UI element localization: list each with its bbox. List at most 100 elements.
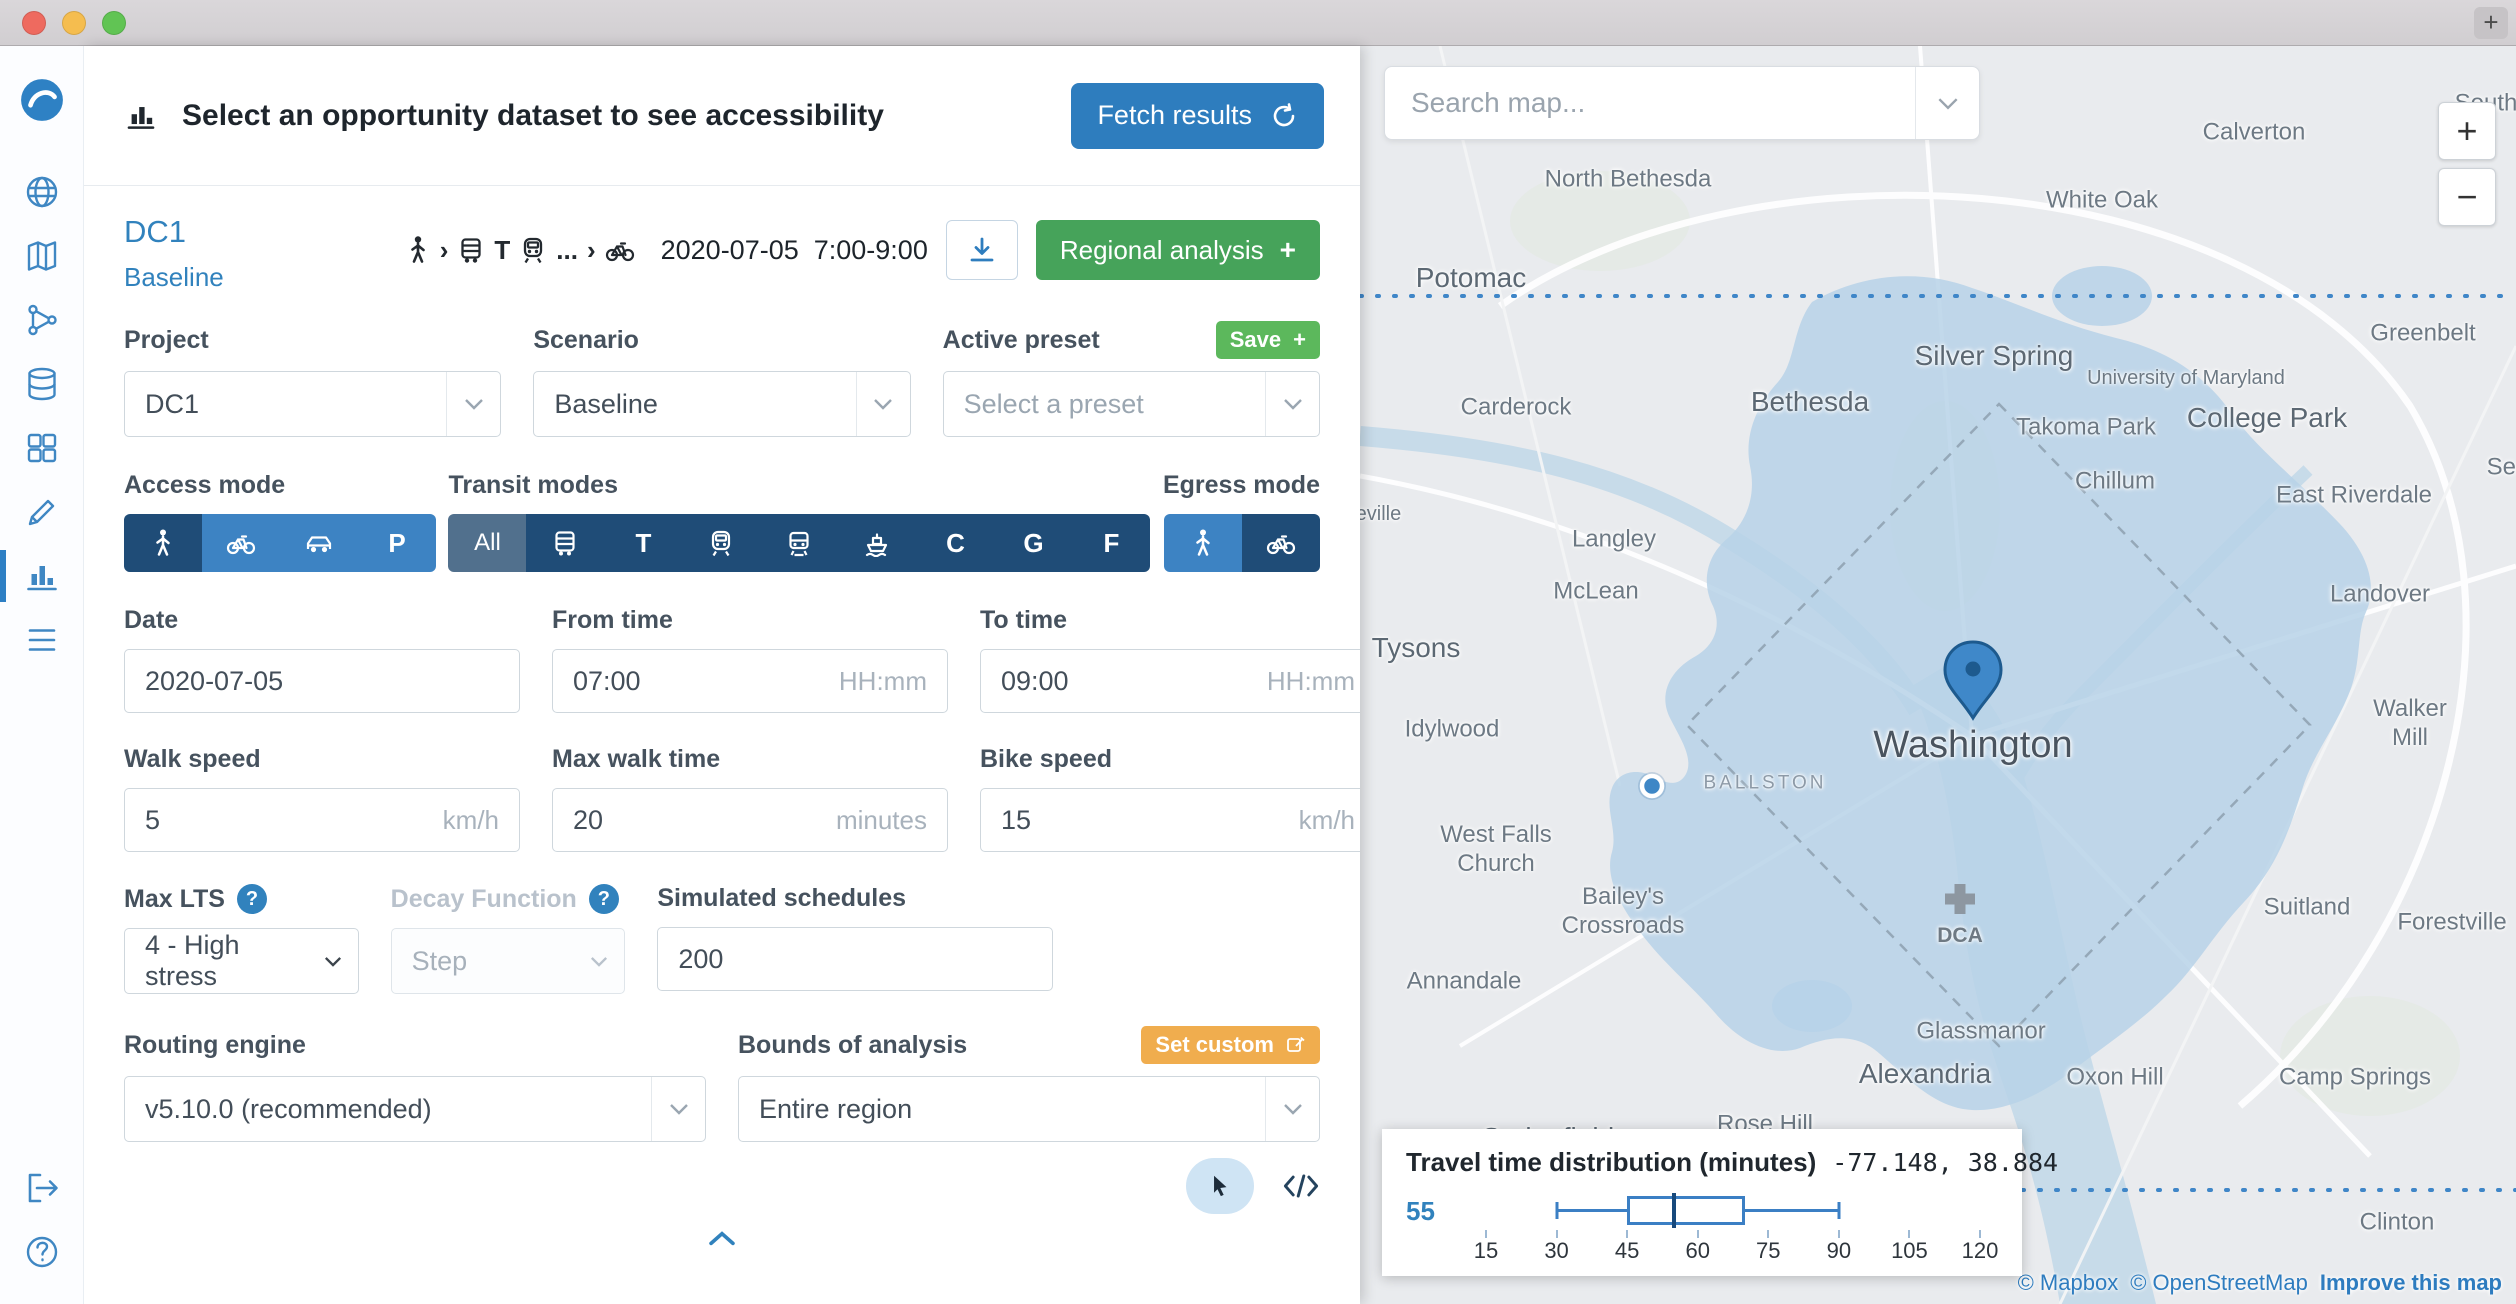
axis-tick-label: 45 bbox=[1615, 1238, 1639, 1264]
project-select[interactable]: DC1 bbox=[124, 371, 501, 437]
scenario-select[interactable]: Baseline bbox=[533, 371, 910, 437]
routing-row: Routing engine v5.10.0 (recommended) Bou… bbox=[124, 1026, 1320, 1142]
select-origin-tool-button[interactable] bbox=[1186, 1158, 1254, 1214]
access-car-button[interactable] bbox=[280, 514, 358, 572]
bounds-select[interactable]: Entire region bbox=[738, 1076, 1320, 1142]
improve-map-link[interactable]: Improve this map bbox=[2320, 1270, 2502, 1296]
bounds-select-value: Entire region bbox=[759, 1094, 912, 1125]
transit-ferry-button[interactable] bbox=[838, 514, 916, 572]
chevron-down-icon bbox=[1265, 372, 1319, 436]
egress-walk-button[interactable] bbox=[1164, 514, 1242, 572]
max-walk-time-field: Max walk time minutes bbox=[552, 745, 948, 852]
date-input-wrap bbox=[124, 649, 520, 713]
boxplot-box bbox=[1627, 1196, 1745, 1225]
travel-time-cutoff-value[interactable]: 55 bbox=[1406, 1192, 1454, 1227]
sidebar-item-opportunity-datasets[interactable] bbox=[0, 416, 84, 480]
preset-select-placeholder: Select a preset bbox=[964, 389, 1144, 420]
from-time-suffix: HH:mm bbox=[839, 666, 927, 697]
current-project-link[interactable]: DC1 bbox=[124, 214, 224, 250]
sidebar-item-modifications[interactable] bbox=[0, 288, 84, 352]
database-icon bbox=[23, 365, 61, 403]
scenario-select-value: Baseline bbox=[554, 389, 658, 420]
chevron-down-icon bbox=[308, 929, 358, 993]
transit-t-button[interactable]: T bbox=[604, 514, 682, 572]
date-input[interactable] bbox=[145, 666, 499, 697]
from-time-input-wrap: HH:mm bbox=[552, 649, 948, 713]
map-canvas[interactable] bbox=[1360, 46, 2516, 1304]
t-route-label: T bbox=[494, 235, 510, 266]
transit-all-button[interactable]: All bbox=[448, 514, 526, 572]
tools-row bbox=[124, 1158, 1320, 1214]
map[interactable]: North BethesdaWhite OakCalvertonSouthPot… bbox=[1360, 46, 2516, 1304]
transit-rail-button[interactable] bbox=[760, 514, 838, 572]
axis-tick-label: 105 bbox=[1891, 1238, 1928, 1264]
transit-f-button[interactable]: F bbox=[1072, 514, 1150, 572]
max-lts-help-icon[interactable]: ? bbox=[237, 884, 267, 914]
routing-engine-select[interactable]: v5.10.0 (recommended) bbox=[124, 1076, 706, 1142]
analysis-panel: Select an opportunity dataset to see acc… bbox=[84, 46, 1360, 1304]
to-time-field: To time HH:mm bbox=[980, 606, 1360, 713]
sidebar-item-edit[interactable] bbox=[0, 480, 84, 544]
axis-tick-mark bbox=[1979, 1230, 1981, 1238]
decay-function-field: Decay Function? Step bbox=[391, 884, 626, 994]
zoom-out-button[interactable]: − bbox=[2438, 168, 2496, 226]
chevron-up-icon bbox=[707, 1230, 737, 1247]
regional-analysis-button[interactable]: Regional analysis + bbox=[1036, 220, 1320, 280]
cursor-icon bbox=[1207, 1173, 1233, 1199]
download-icon bbox=[967, 235, 997, 265]
transit-c-button[interactable]: C bbox=[916, 514, 994, 572]
new-tab-button[interactable]: + bbox=[2474, 7, 2508, 39]
maximize-window-button[interactable] bbox=[102, 11, 126, 35]
transit-g-button[interactable]: G bbox=[994, 514, 1072, 572]
comparison-origin-dot[interactable] bbox=[1638, 772, 1666, 800]
conveyal-logo[interactable] bbox=[0, 68, 84, 132]
simulated-schedules-input[interactable] bbox=[678, 944, 1032, 975]
sidebar-item-bundles[interactable] bbox=[0, 352, 84, 416]
download-button[interactable] bbox=[946, 220, 1018, 280]
sidebar-item-logout[interactable] bbox=[0, 1156, 84, 1220]
decay-function-label: Decay Function? bbox=[391, 884, 626, 914]
close-window-button[interactable] bbox=[22, 11, 46, 35]
chart-icon bbox=[23, 557, 61, 595]
save-preset-button[interactable]: Save + bbox=[1216, 321, 1320, 359]
set-custom-bounds-button[interactable]: Set custom bbox=[1141, 1026, 1320, 1064]
sidebar-item-regional-analyses[interactable] bbox=[0, 608, 84, 672]
decay-function-help-icon[interactable]: ? bbox=[589, 884, 619, 914]
boxplot-median[interactable] bbox=[1672, 1193, 1676, 1228]
transit-bus-button[interactable] bbox=[526, 514, 604, 572]
osm-link[interactable]: © OpenStreetMap bbox=[2130, 1270, 2308, 1296]
to-time-suffix: HH:mm bbox=[1267, 666, 1355, 697]
edit-pencil-icon bbox=[1286, 1035, 1306, 1055]
max-lts-select[interactable]: 4 - High stress bbox=[124, 928, 359, 994]
minimize-window-button[interactable] bbox=[62, 11, 86, 35]
mapbox-link[interactable]: © Mapbox bbox=[2018, 1270, 2119, 1296]
panel-title-block: Select an opportunity dataset to see acc… bbox=[124, 99, 884, 133]
bike-icon bbox=[1266, 531, 1296, 555]
sidebar bbox=[0, 46, 84, 1304]
search-options-toggle[interactable] bbox=[1915, 67, 1979, 139]
current-scenario-link[interactable]: Baseline bbox=[124, 262, 224, 293]
walk-icon bbox=[405, 235, 431, 265]
sidebar-item-regions[interactable] bbox=[0, 160, 84, 224]
transit-metro-button[interactable] bbox=[682, 514, 760, 572]
travel-time-boxplot[interactable]: 153045607590105120 bbox=[1468, 1192, 1998, 1266]
access-mode-field: Access mode P bbox=[124, 471, 436, 572]
access-bike-button[interactable] bbox=[202, 514, 280, 572]
collapse-panel-control[interactable] bbox=[124, 1226, 1320, 1257]
map-attribution: © Mapbox © OpenStreetMap Improve this ma… bbox=[2018, 1270, 2502, 1296]
app-window: + bbox=[0, 0, 2516, 1304]
max-lts-select-value: 4 - High stress bbox=[145, 930, 308, 992]
show-json-button[interactable] bbox=[1282, 1172, 1320, 1200]
walk-speed-label: Walk speed bbox=[124, 745, 520, 774]
access-park-ride-button[interactable]: P bbox=[358, 514, 436, 572]
map-search-input[interactable] bbox=[1385, 87, 1915, 119]
egress-bike-button[interactable] bbox=[1242, 514, 1320, 572]
date-field: Date bbox=[124, 606, 520, 713]
preset-select[interactable]: Select a preset bbox=[943, 371, 1320, 437]
access-walk-button[interactable] bbox=[124, 514, 202, 572]
sidebar-item-help[interactable] bbox=[0, 1220, 84, 1284]
sidebar-item-network[interactable] bbox=[0, 224, 84, 288]
sidebar-item-analyze[interactable] bbox=[0, 544, 84, 608]
fetch-results-button[interactable]: Fetch results bbox=[1071, 83, 1324, 149]
zoom-in-button[interactable]: + bbox=[2438, 102, 2496, 160]
